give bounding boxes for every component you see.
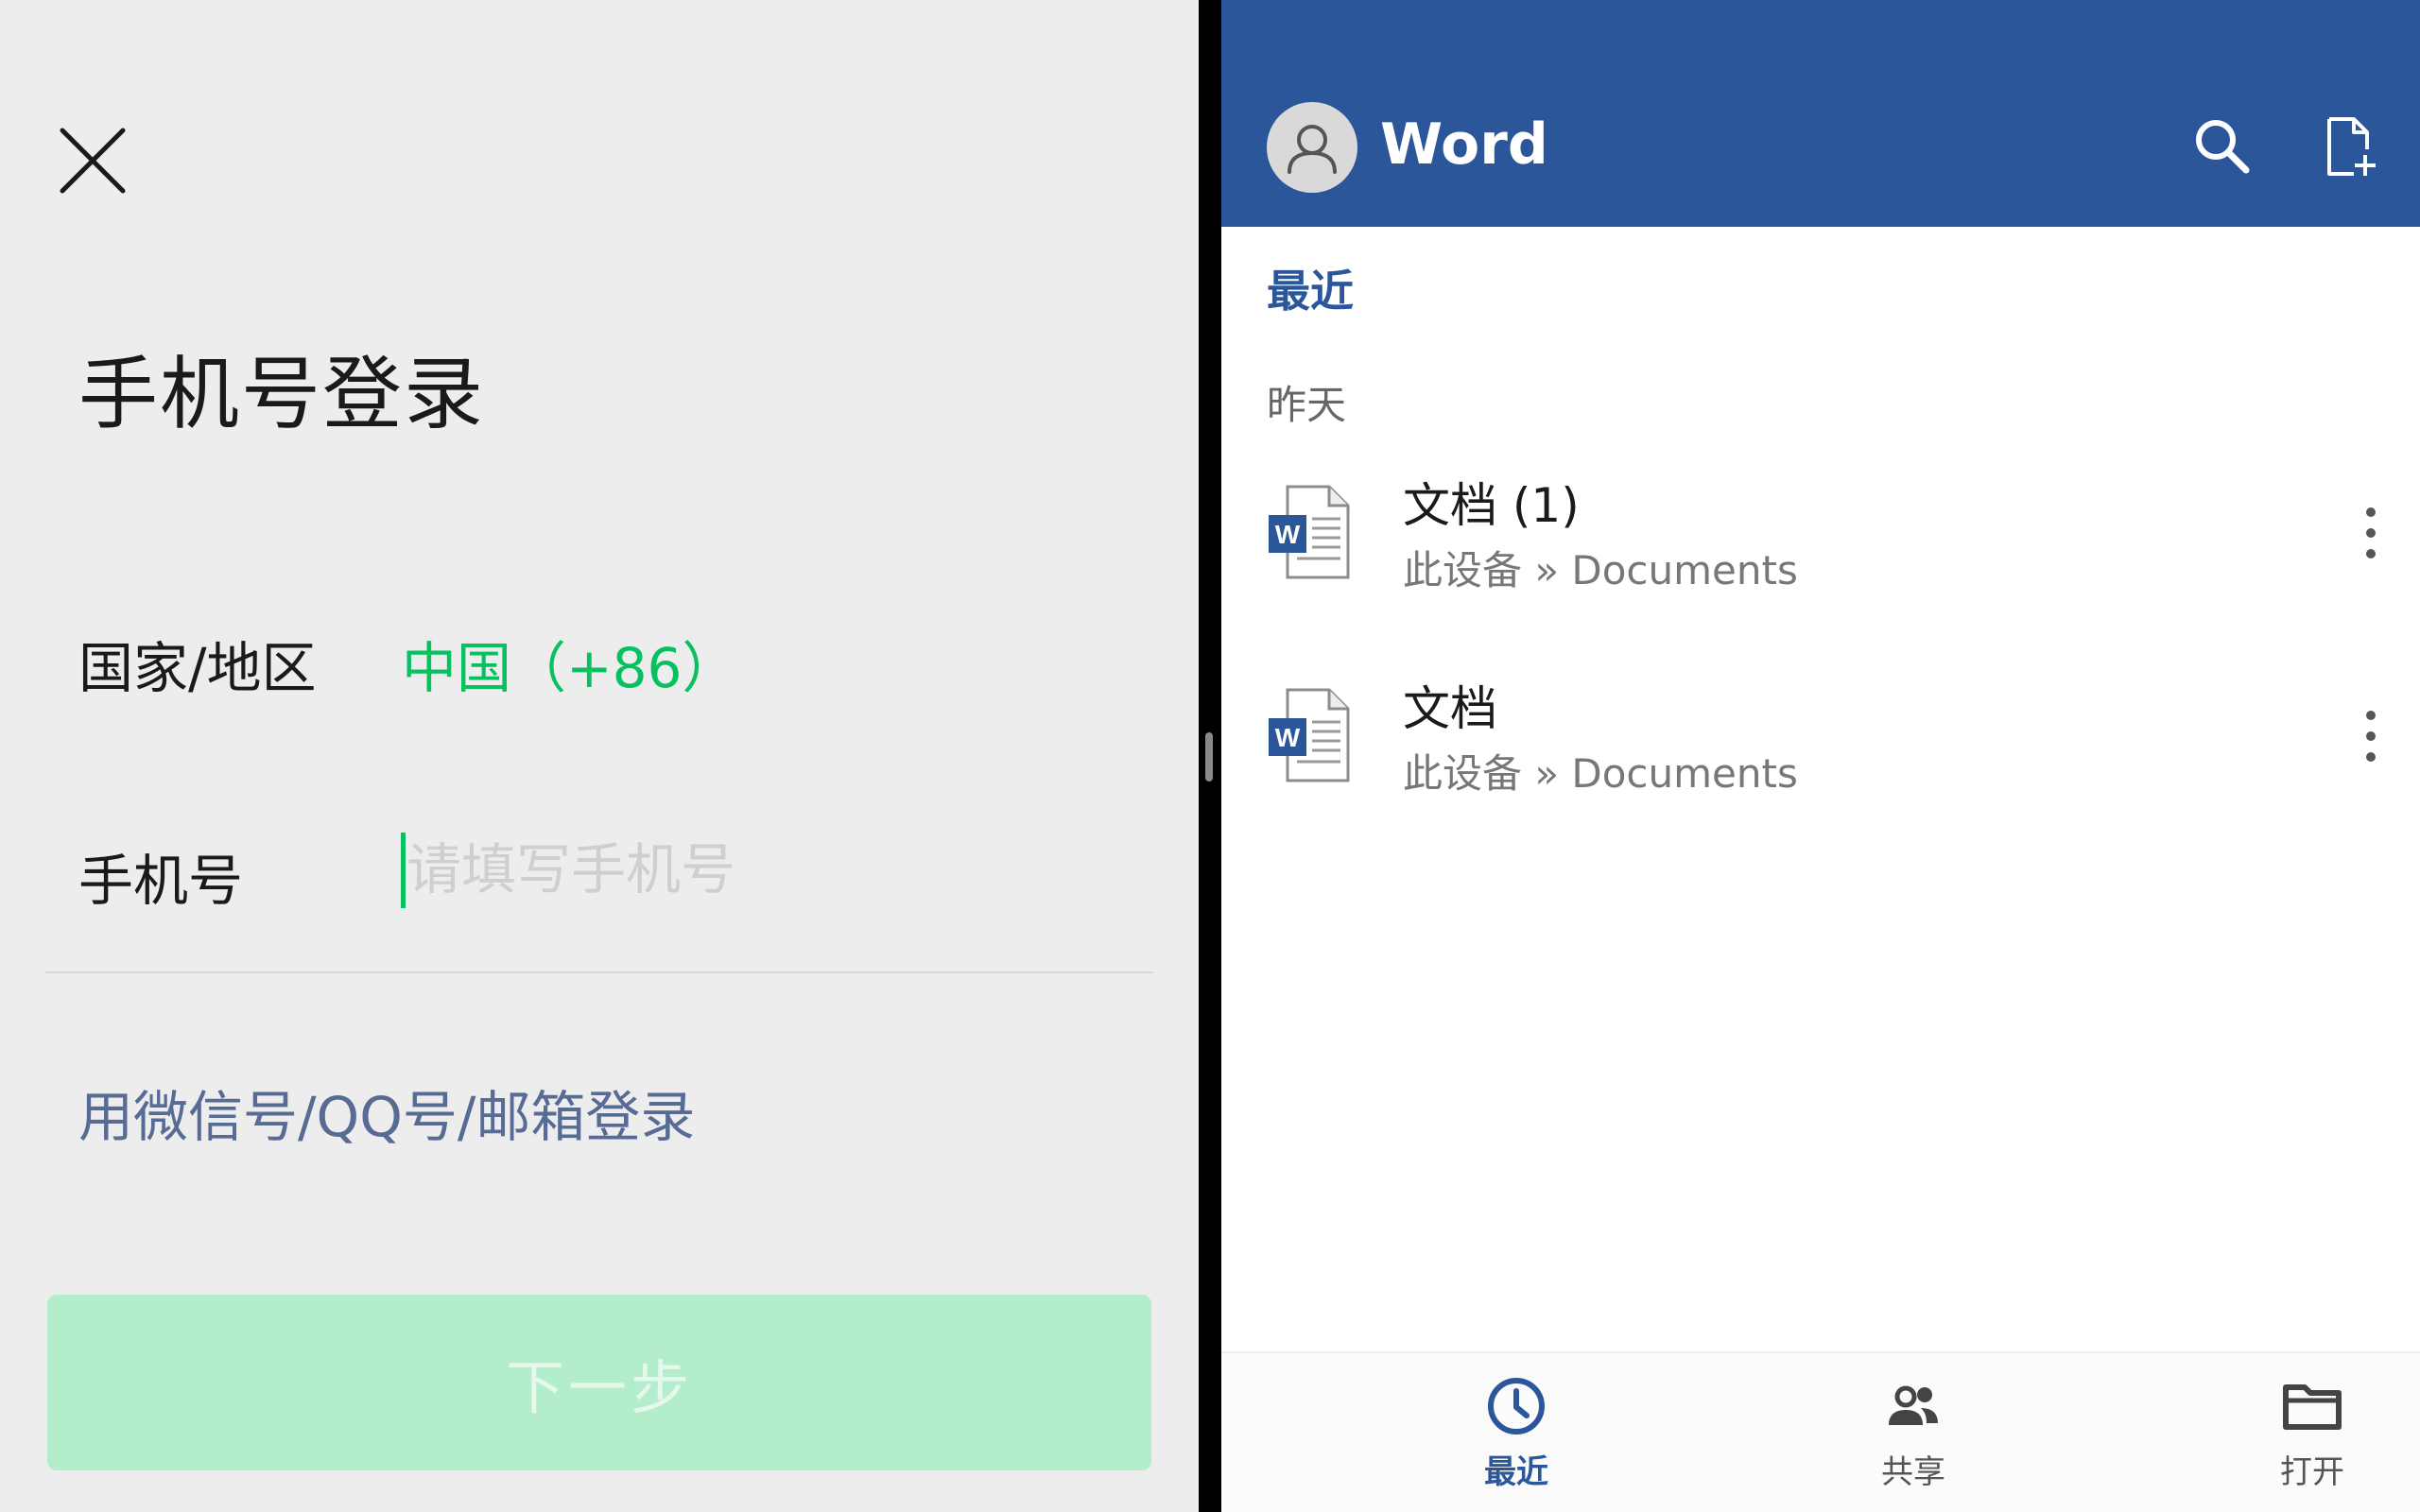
phone-label: 手机号 [78,849,244,913]
app-header: Word [1221,0,2420,227]
app-title: Word [1380,112,1548,178]
nav-tab-open[interactable]: 打开 [2218,1372,2407,1504]
file-list-item[interactable]: W 文档 此设备 » Documents [1221,662,2420,850]
phone-field [397,827,1153,912]
file-name: 文档 [1403,681,1497,736]
alt-login-link[interactable]: 用微信号/QQ号/邮箱登录 [78,1073,695,1152]
search-button[interactable] [2189,113,2256,180]
new-document-icon [2327,117,2376,176]
more-options-button[interactable] [2352,500,2390,566]
wechat-login-pane: 手机号登录 国家/地区 中国（+86） 手机号 用微信号/QQ号/邮箱登录 下一… [0,0,1199,1512]
account-avatar[interactable] [1267,102,1357,193]
nav-label: 打开 [2280,1453,2344,1491]
more-options-button[interactable] [2352,703,2390,769]
file-list-item[interactable]: W 文档 (1) 此设备 » Documents [1221,458,2420,647]
close-icon [60,128,126,194]
close-button[interactable] [55,123,130,198]
clock-icon [1488,1378,1545,1435]
people-icon [1889,1385,1938,1425]
nav-tab-shared[interactable]: 共享 [1819,1372,2008,1504]
divider [45,971,1153,973]
more-vertical-icon [2366,711,2376,762]
section-title-recent: 最近 [1267,266,1354,317]
avatar-icon [1288,125,1337,174]
svg-text:W: W [1275,520,1301,549]
new-document-button[interactable] [2316,113,2382,180]
date-group-label: 昨天 [1267,382,1347,428]
phone-input[interactable] [406,827,1144,912]
split-screen: 手机号登录 国家/地区 中国（+86） 手机号 用微信号/QQ号/邮箱登录 下一… [0,0,2420,1512]
folder-icon [2283,1384,2342,1430]
search-icon [2196,120,2250,174]
nav-tab-recent[interactable]: 最近 [1422,1372,1611,1504]
word-pane: Word 最近 昨天 W 文档 (1) 此设备 » Documents W 文档… [1221,0,2420,1512]
word-doc-icon: W [1267,483,1352,581]
file-name: 文档 (1) [1403,478,1580,533]
text-caret [401,833,406,908]
file-path: 此设备 » Documents [1403,750,1798,797]
nav-label: 共享 [1881,1453,1945,1491]
split-resize-handle[interactable] [1205,732,1213,782]
nav-label: 最近 [1484,1453,1548,1491]
country-label: 国家/地区 [78,636,317,700]
more-vertical-icon [2366,507,2376,558]
page-title: 手机号登录 [78,348,486,440]
country-selector[interactable]: 中国（+86） [402,624,736,703]
next-button[interactable]: 下一步 [47,1295,1151,1470]
bottom-navigation: 最近 共享 打开 [1221,1351,2420,1512]
svg-text:W: W [1275,723,1301,752]
word-doc-icon: W [1267,686,1352,784]
file-path: 此设备 » Documents [1403,547,1798,593]
